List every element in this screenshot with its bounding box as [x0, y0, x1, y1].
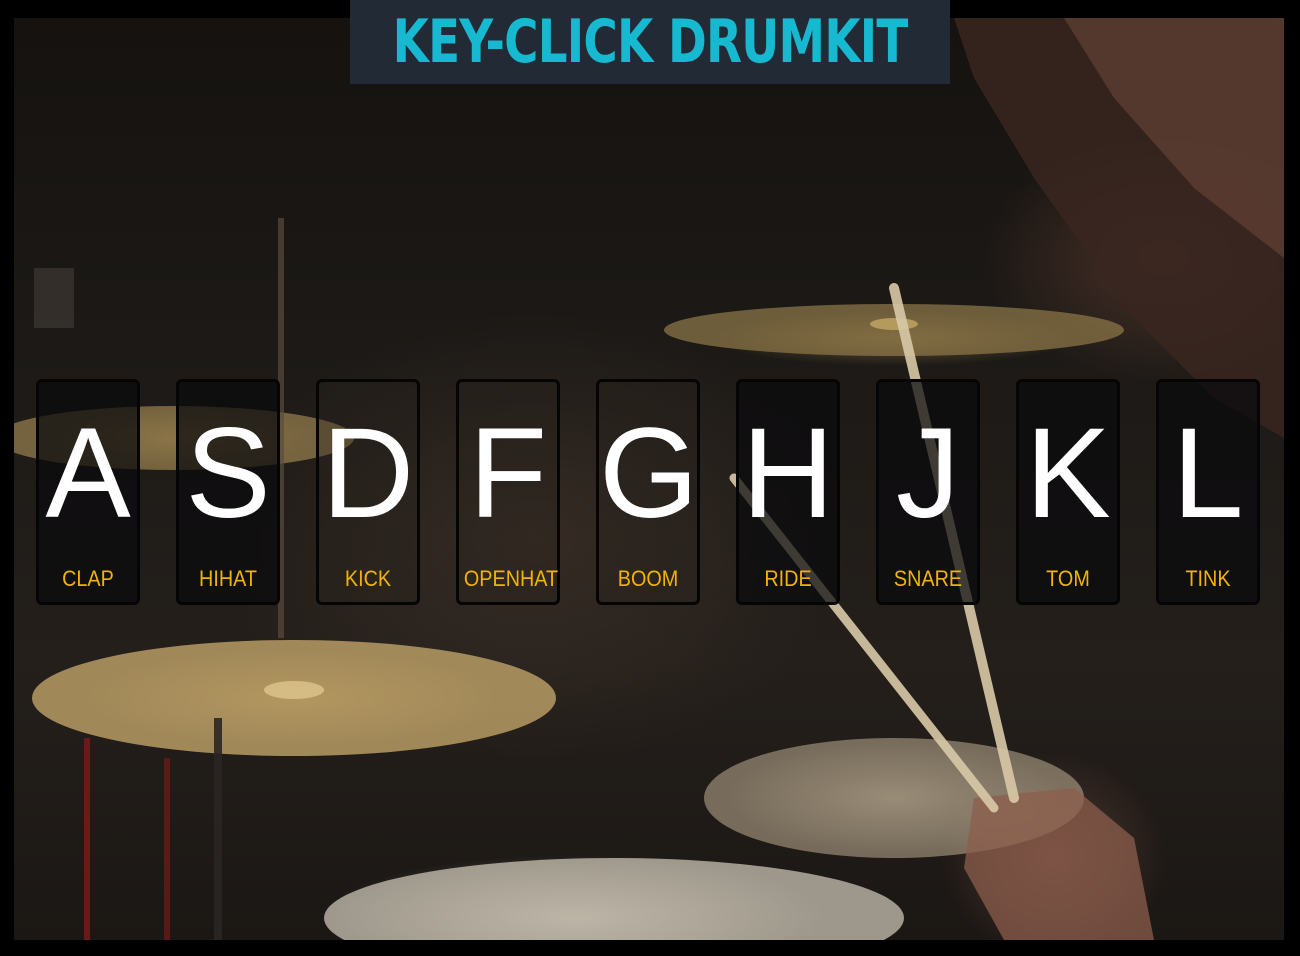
sound-label: CLAP: [62, 566, 114, 591]
key-letter: A: [45, 402, 131, 545]
key-letter: J: [896, 402, 960, 545]
drum-kit-background: A CLAP S HIHAT D KICK F OPENHAT G BOOM H…: [14, 18, 1284, 940]
sound-label: RIDE: [764, 566, 812, 591]
key-j-snare[interactable]: J SNARE: [876, 379, 980, 605]
key-s-hihat[interactable]: S HIHAT: [176, 379, 280, 605]
key-letter: S: [185, 402, 271, 545]
key-l-tink[interactable]: L TINK: [1156, 379, 1260, 605]
sound-label: OPENHAT: [463, 566, 559, 591]
key-h-ride[interactable]: H RIDE: [736, 379, 840, 605]
page-title: KEY-CLICK DRUMKIT: [392, 7, 909, 77]
app-frame: A CLAP S HIHAT D KICK F OPENHAT G BOOM H…: [0, 0, 1300, 956]
sound-label: BOOM: [617, 566, 679, 591]
key-letter: L: [1172, 402, 1244, 545]
sound-label: SNARE: [893, 566, 963, 591]
key-letter: H: [741, 402, 835, 545]
sound-label: KICK: [344, 566, 392, 591]
key-k-tom[interactable]: K TOM: [1016, 379, 1120, 605]
key-d-kick[interactable]: D KICK: [316, 379, 420, 605]
sound-label: TOM: [1046, 566, 1090, 591]
key-g-boom[interactable]: G BOOM: [596, 379, 700, 605]
key-f-openhat[interactable]: F OPENHAT: [456, 379, 560, 605]
sound-label: TINK: [1185, 566, 1231, 591]
title-banner: KEY-CLICK DRUMKIT: [350, 0, 950, 84]
sound-label: HIHAT: [199, 566, 257, 591]
key-letter: K: [1025, 402, 1111, 545]
key-letter: D: [321, 402, 415, 545]
key-letter: F: [468, 402, 548, 545]
key-a-clap[interactable]: A CLAP: [36, 379, 140, 605]
key-letter: G: [599, 402, 699, 545]
